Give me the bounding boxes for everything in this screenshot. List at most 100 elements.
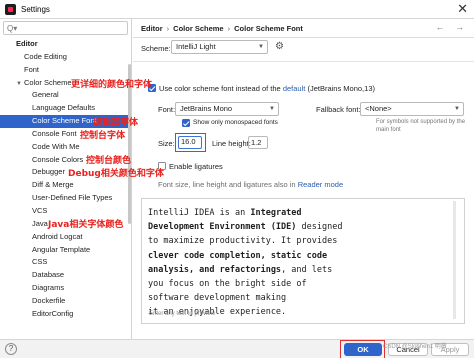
- back-forward-icon[interactable]: ← →: [435, 22, 468, 32]
- breadcrumb-separator: ›: [166, 24, 170, 33]
- watermark: CSDN @Slobhen1 明薇: [383, 344, 447, 350]
- annotation-java: Java相关字体颜色: [48, 220, 124, 230]
- intellij-app-icon: [5, 3, 16, 15]
- font-label: Font:: [158, 105, 176, 114]
- line-height-input[interactable]: 1.2: [248, 136, 268, 149]
- reader-mode-hint: Font size, line height and ligatures als…: [158, 180, 343, 189]
- sidebar-item-label: Language Defaults: [32, 103, 95, 113]
- reader-mode-link[interactable]: Reader mode: [298, 180, 343, 189]
- sidebar-item-label: Color Scheme: [24, 77, 72, 87]
- scheme-dropdown[interactable]: IntelliJ Light ▼: [171, 40, 268, 54]
- sidebar-item-database[interactable]: Database: [0, 269, 128, 282]
- enable-ligatures-label: Enable ligatures: [169, 162, 223, 171]
- help-icon[interactable]: ?: [5, 343, 17, 355]
- sidebar-item-code-editing[interactable]: Code Editing: [0, 51, 128, 64]
- window-title: Settings: [21, 4, 50, 14]
- default-font-value: (JetBrains Mono,13): [307, 84, 375, 93]
- preview-segment: , and lets: [281, 264, 333, 275]
- scheme-value: IntelliJ Light: [176, 42, 216, 51]
- preview-hint: Enter any text to preview: [149, 311, 216, 317]
- preview-segment: you focus on the bright side of: [148, 279, 307, 290]
- scheme-divider: [133, 61, 474, 62]
- sidebar-item-label: Console Colors: [32, 154, 84, 164]
- sidebar-item-label: Dockerfile: [32, 295, 66, 305]
- close-icon[interactable]: ✕: [457, 2, 468, 15]
- preview-line: you focus on the bright side of: [148, 277, 342, 291]
- sidebar-item-vcs[interactable]: VCS: [0, 205, 128, 218]
- preview-bold-segment: clever code completion, static code: [148, 250, 328, 261]
- preview-segment: IntelliJ IDEA is an: [148, 208, 251, 218]
- breadcrumb-editor[interactable]: Editor: [141, 24, 163, 33]
- annotation-console-colors: 控制台颜色: [86, 156, 132, 166]
- sidebar-item-editorconfig[interactable]: EditorConfig: [0, 308, 128, 321]
- preview-line: clever code completion, static code: [148, 249, 342, 263]
- reader-mode-hint-text: Font size, line height and ligatures als…: [158, 180, 296, 189]
- preview-line: Development Environment (IDE) designed: [148, 220, 342, 234]
- sidebar-item-diagrams[interactable]: Diagrams: [0, 282, 128, 295]
- preview-line: analysis, and refactorings, and lets: [148, 263, 342, 277]
- preview-line: to maximize productivity. It provides: [148, 234, 342, 248]
- font-dropdown[interactable]: JetBrains Mono ▼: [175, 102, 279, 116]
- sidebar-item-editor[interactable]: Editor: [0, 38, 128, 51]
- sidebar-item-code-with-me[interactable]: Code With Me: [0, 141, 128, 154]
- sidebar-item-label: Android Logcat: [32, 231, 83, 241]
- sidebar-item-android-logcat[interactable]: Android Logcat: [0, 231, 128, 244]
- annotation-color-scheme: 更详细的颜色和字体: [71, 80, 153, 90]
- line-height-label: Line height:: [212, 139, 251, 148]
- settings-sidebar: Q▾ Editor Code Editing Font ▼ Color Scheme Ge…: [0, 19, 132, 339]
- gear-icon[interactable]: ⚙: [275, 41, 284, 52]
- settings-content: Editor › Color Scheme › Color Scheme Font ← …: [133, 19, 474, 339]
- font-value: JetBrains Mono: [180, 104, 233, 113]
- sidebar-item-css[interactable]: CSS: [0, 256, 128, 269]
- sidebar-item-user-defined-file-types[interactable]: User-Defined File Types: [0, 192, 128, 205]
- chevron-down-icon: ▼: [454, 106, 460, 112]
- sidebar-item-label: CSS: [32, 257, 48, 267]
- breadcrumb-separator: ›: [227, 24, 231, 33]
- preview-bold-segment: Integrated: [250, 208, 302, 218]
- sidebar-item-diff-merge[interactable]: Diff & Merge: [0, 179, 128, 192]
- expand-arrow-icon[interactable]: ▼: [16, 78, 24, 91]
- annotation-debugger: Debug相关颜色和字体: [68, 169, 164, 179]
- annotation-color-scheme-font: 编辑器字体: [93, 118, 139, 128]
- sidebar-item-language-defaults[interactable]: Language Defaults: [0, 102, 128, 115]
- sidebar-item-label: Java: [32, 218, 48, 228]
- ok-button[interactable]: OK: [344, 343, 382, 356]
- sidebar-item-label: Diff & Merge: [32, 180, 74, 190]
- preview-line: software development making: [148, 291, 342, 305]
- sidebar-item-font[interactable]: Font: [0, 64, 128, 77]
- settings-search-input[interactable]: Q▾: [3, 21, 128, 35]
- preview-segment: designed: [296, 222, 343, 233]
- title-bar: Settings ✕: [0, 0, 474, 19]
- header-divider: [133, 37, 474, 38]
- preview-text[interactable]: IntelliJ IDEA is an Integrated Developmen…: [148, 206, 342, 320]
- sidebar-item-label: EditorConfig: [32, 308, 74, 318]
- preview-bold-segment: Development Environment (IDE): [148, 222, 297, 233]
- preview-scrollbar[interactable]: [453, 201, 456, 319]
- fallback-font-dropdown[interactable]: <None> ▼: [360, 102, 464, 116]
- sidebar-item-label: General: [32, 90, 59, 100]
- sidebar-item-dockerfile[interactable]: Dockerfile: [0, 295, 128, 308]
- monospaced-only-checkbox[interactable]: [182, 119, 190, 127]
- breadcrumb-color-scheme-font: Color Scheme Font: [234, 24, 303, 33]
- search-icon: Q▾: [7, 23, 18, 33]
- default-font-link[interactable]: default: [283, 84, 306, 93]
- fallback-font-note: For symbols not supported by the main fo…: [376, 119, 466, 133]
- size-input[interactable]: 16.0: [178, 136, 202, 149]
- sidebar-item-label: Debugger: [32, 167, 65, 177]
- sidebar-item-label: Code With Me: [32, 141, 80, 151]
- sidebar-item-label: Console Font: [32, 128, 77, 138]
- font-preview-editor[interactable]: IntelliJ IDEA is an Integrated Developmen…: [141, 198, 465, 324]
- sidebar-item-label: Diagrams: [32, 283, 65, 293]
- breadcrumb-color-scheme[interactable]: Color Scheme: [173, 24, 223, 33]
- chevron-down-icon: ▼: [269, 106, 275, 112]
- use-scheme-font-text: Use color scheme font instead of the: [159, 84, 281, 93]
- monospaced-only-label: Show only monospaced fonts: [193, 119, 278, 126]
- sidebar-item-general[interactable]: General: [0, 89, 128, 102]
- sidebar-item-label: Angular Template: [32, 244, 91, 254]
- sidebar-item-label: Font: [24, 64, 40, 74]
- sidebar-item-label: Editor: [16, 39, 38, 48]
- sidebar-item-angular-template[interactable]: Angular Template: [0, 244, 128, 257]
- annotation-console-font: 控制台字体: [80, 131, 126, 141]
- preview-bold-segment: analysis, and refactorings: [148, 264, 282, 275]
- sidebar-item-label: VCS: [32, 205, 48, 215]
